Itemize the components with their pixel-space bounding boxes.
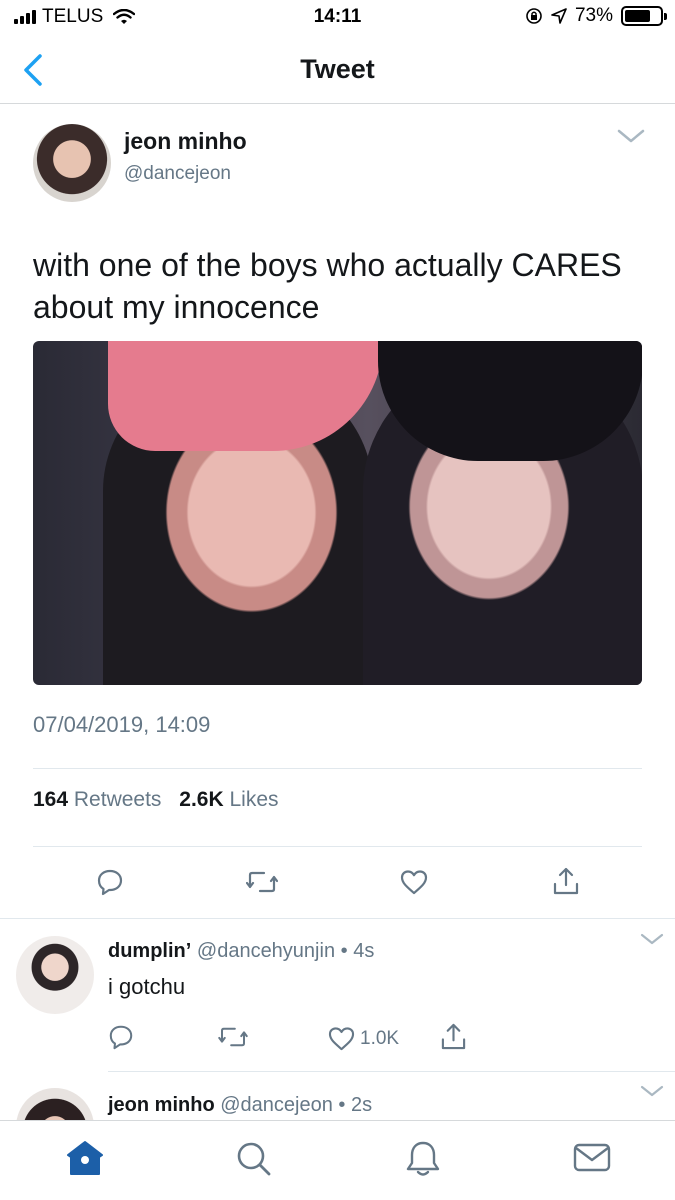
notifications-icon[interactable] xyxy=(404,1139,442,1179)
likes-label[interactable]: Likes xyxy=(229,788,278,811)
divider xyxy=(33,846,642,847)
tweet-menu-chevron-icon[interactable] xyxy=(617,128,645,144)
tweet-text: with one of the boys who actually CARES … xyxy=(33,247,622,325)
dot-separator: • xyxy=(340,940,348,962)
reply-author-name[interactable]: jeon minho xyxy=(108,1094,215,1116)
author-handle[interactable]: @dancejeon xyxy=(124,163,231,185)
status-right: 73% xyxy=(525,5,667,27)
reply-header: dumplin’ @dancehyunjin • 4s xyxy=(108,940,374,963)
tweet-stats: 164 Retweets 2.6K Likes xyxy=(33,788,291,812)
reply-avatar[interactable] xyxy=(16,936,94,1014)
reply-author-handle[interactable]: @dancejeon xyxy=(220,1094,333,1116)
retweet-icon[interactable] xyxy=(218,1026,248,1048)
reply-header: jeon minho @dancejeon • 2s xyxy=(108,1094,372,1117)
reply-author-handle[interactable]: @dancehyunjin xyxy=(197,940,335,962)
divider xyxy=(33,768,642,769)
reply-time: 2s xyxy=(350,1094,373,1116)
reply-menu-chevron-icon[interactable] xyxy=(640,932,664,946)
tweet-photo[interactable] xyxy=(33,341,642,685)
reply-separator xyxy=(108,1071,675,1072)
status-bar: TELUS 14:11 73% xyxy=(0,0,675,34)
battery-percent: 73% xyxy=(574,5,613,26)
battery-fill xyxy=(625,10,650,22)
author-name[interactable]: jeon minho xyxy=(124,128,247,155)
share-icon[interactable] xyxy=(552,866,580,896)
reply-menu-chevron-icon[interactable] xyxy=(640,1084,664,1098)
nav-header: Tweet xyxy=(0,34,675,104)
search-icon[interactable] xyxy=(234,1139,274,1179)
retweets-label[interactable]: Retweets xyxy=(74,788,162,811)
page-title: Tweet xyxy=(300,54,375,84)
tweet-timestamp: 07/04/2019, 14:09 xyxy=(33,712,211,737)
retweets-count[interactable]: 164 xyxy=(33,788,68,811)
reply-icon[interactable] xyxy=(108,1024,134,1050)
like-icon[interactable] xyxy=(328,1026,355,1051)
retweet-icon[interactable] xyxy=(246,870,278,894)
share-icon[interactable] xyxy=(440,1022,467,1051)
reply-like-count: 1.0K xyxy=(360,1028,400,1049)
tab-bar xyxy=(0,1120,675,1200)
dot-separator: • xyxy=(338,1094,346,1116)
location-icon xyxy=(551,8,567,24)
author-avatar[interactable] xyxy=(33,124,111,202)
battery-icon xyxy=(621,6,667,26)
reply-time: 4s xyxy=(353,940,375,962)
reply-icon[interactable] xyxy=(96,868,124,896)
messages-icon[interactable] xyxy=(572,1139,612,1175)
reply-author-name[interactable]: dumplin’ xyxy=(108,940,191,962)
orientation-lock-icon xyxy=(526,8,542,24)
home-icon[interactable] xyxy=(64,1139,106,1177)
section-separator xyxy=(0,918,675,919)
reply-text: i gotchu xyxy=(108,974,186,999)
likes-count[interactable]: 2.6K xyxy=(179,788,223,811)
like-icon[interactable] xyxy=(400,869,428,895)
